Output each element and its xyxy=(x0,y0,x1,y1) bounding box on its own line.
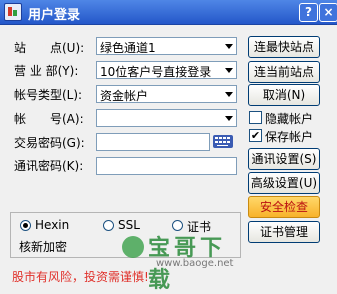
app-icon xyxy=(4,3,22,21)
site-select-value: 绿色通道1 xyxy=(100,41,156,55)
help-button[interactable]: ? xyxy=(299,3,318,22)
branch-select-value: 10位客户号直接登录 xyxy=(100,65,212,79)
radio-ssl[interactable] xyxy=(103,220,114,231)
branch-label: 营 业 部(Y): xyxy=(14,64,79,78)
hide-account-label: 隐藏帐户 xyxy=(265,112,314,126)
save-account-checkbox[interactable]: ✔ xyxy=(249,129,262,142)
radio-hexin-label: Hexin xyxy=(35,218,70,232)
account-label: 帐 号(A): xyxy=(14,112,84,126)
cert-management-button[interactable]: 证书管理 xyxy=(248,221,320,243)
trade-password-label: 交易密码(G): xyxy=(14,136,85,150)
save-account-label: 保存帐户 xyxy=(265,130,314,144)
account-type-label: 帐号类型(L): xyxy=(14,88,83,102)
comm-password-label: 通讯密码(K): xyxy=(14,159,84,173)
hide-account-checkbox[interactable] xyxy=(249,111,262,124)
connect-current-button[interactable]: 连当前站点 xyxy=(248,61,320,83)
title-bar: 用户登录 ? × xyxy=(0,0,337,25)
close-button[interactable]: × xyxy=(319,3,337,22)
advanced-settings-button[interactable]: 高级设置(U) xyxy=(248,172,320,194)
comm-password-input[interactable] xyxy=(96,157,237,175)
watermark-logo-icon xyxy=(122,236,144,258)
cancel-button[interactable]: 取消(N) xyxy=(248,84,320,106)
site-select[interactable]: 绿色通道1 xyxy=(96,37,237,55)
trade-password-input[interactable] xyxy=(96,133,210,151)
account-type-select[interactable]: 资金帐户 xyxy=(96,85,237,103)
security-check-button[interactable]: 安全检查 xyxy=(248,196,320,218)
branch-select[interactable]: 10位客户号直接登录 xyxy=(96,61,237,79)
chevron-down-icon[interactable] xyxy=(225,44,233,49)
chevron-down-icon[interactable] xyxy=(225,68,233,73)
chevron-down-icon[interactable] xyxy=(225,116,233,121)
connect-fastest-button[interactable]: 连最快站点 xyxy=(248,36,320,58)
account-combo[interactable] xyxy=(96,109,237,127)
keyboard-icon[interactable] xyxy=(213,135,233,148)
radio-hexin[interactable] xyxy=(20,220,31,231)
watermark-url: www.baoge.net xyxy=(156,258,234,269)
comm-settings-button[interactable]: 通讯设置(S) xyxy=(248,148,320,170)
window-title: 用户登录 xyxy=(28,8,81,23)
chevron-down-icon[interactable] xyxy=(225,92,233,97)
radio-ssl-label: SSL xyxy=(118,218,140,232)
account-type-select-value: 资金帐户 xyxy=(100,89,149,103)
verify-label: 核新加密 xyxy=(19,240,68,254)
site-label: 站 点(U): xyxy=(14,41,85,55)
